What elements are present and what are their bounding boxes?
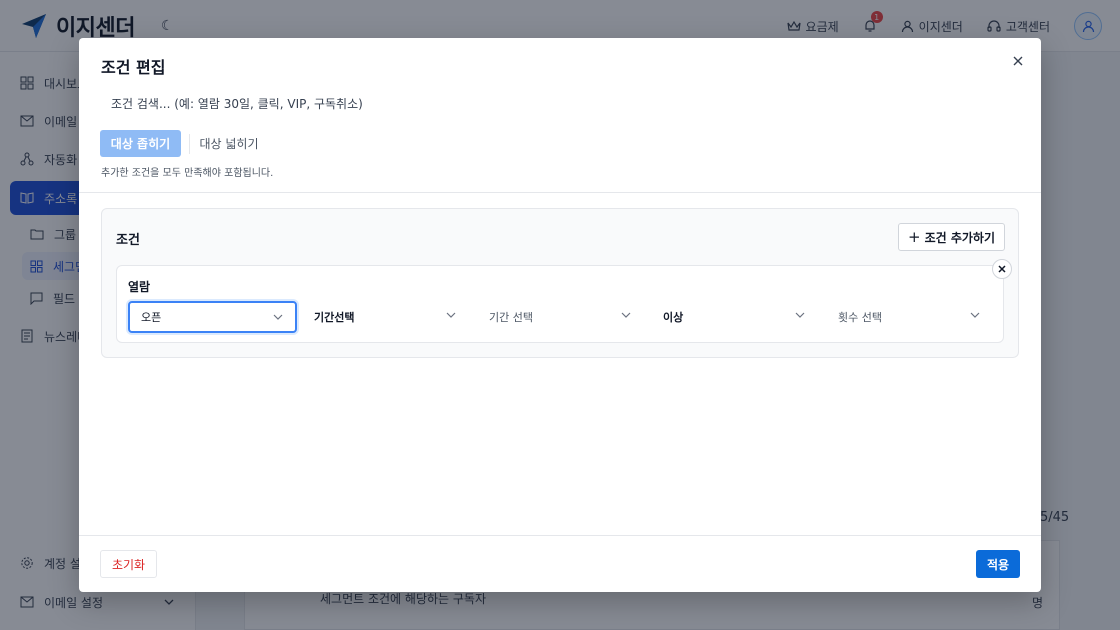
close-button[interactable]	[1009, 52, 1027, 70]
select-value: 횟수 선택	[838, 311, 882, 324]
divider	[79, 535, 1041, 536]
conditions-title: 조건	[116, 233, 140, 248]
remove-rule-button[interactable]	[992, 259, 1012, 279]
edit-condition-modal: 조건 편집 대상 좁히기 대상 넓히기 추가한 조건을 모두 만족해야 포함됩니…	[79, 38, 1041, 592]
count-select[interactable]: 횟수 선택	[827, 301, 992, 333]
help-text: 추가한 조건을 모두 만족해야 포함됩니다.	[101, 168, 274, 179]
chevron-down-icon	[795, 312, 805, 318]
period-select[interactable]: 기간 선택	[478, 301, 643, 333]
modal-title: 조건 편집	[101, 58, 166, 77]
add-condition-label: 조건 추가하기	[924, 230, 995, 245]
select-value: 오픈	[141, 311, 162, 324]
chevron-down-icon	[970, 312, 980, 318]
broaden-target-button[interactable]: 대상 넓히기	[191, 130, 267, 157]
narrow-target-button[interactable]: 대상 좁히기	[100, 130, 181, 157]
close-icon	[1013, 56, 1023, 66]
select-value: 기간 선택	[489, 311, 533, 324]
period-type-select[interactable]: 기간선택	[303, 301, 468, 333]
apply-button[interactable]: 적용	[976, 550, 1020, 578]
condition-search-input[interactable]	[101, 90, 601, 118]
chevron-down-icon	[446, 312, 456, 318]
rule-title: 열람	[128, 280, 151, 294]
condition-rule-card: 열람 오픈 기간선택 기간 선택 이상 횟수 선택	[116, 259, 1012, 343]
chevron-down-icon	[621, 312, 631, 318]
divider	[79, 192, 1041, 193]
conditions-panel: 조건 + 조건 추가하기 열람 오픈 기간선택 기간 선택 이상 횟수 선택	[101, 208, 1019, 358]
select-value: 기간선택	[314, 311, 355, 324]
action-select[interactable]: 오픈	[128, 301, 297, 333]
plus-icon: +	[908, 228, 921, 246]
close-icon	[998, 265, 1006, 273]
add-condition-button[interactable]: + 조건 추가하기	[898, 223, 1005, 251]
select-value: 이상	[663, 311, 684, 324]
reset-button[interactable]: 초기화	[100, 550, 157, 578]
comparison-select[interactable]: 이상	[652, 301, 817, 333]
chevron-down-icon	[273, 314, 283, 320]
segment-divider	[189, 134, 190, 154]
